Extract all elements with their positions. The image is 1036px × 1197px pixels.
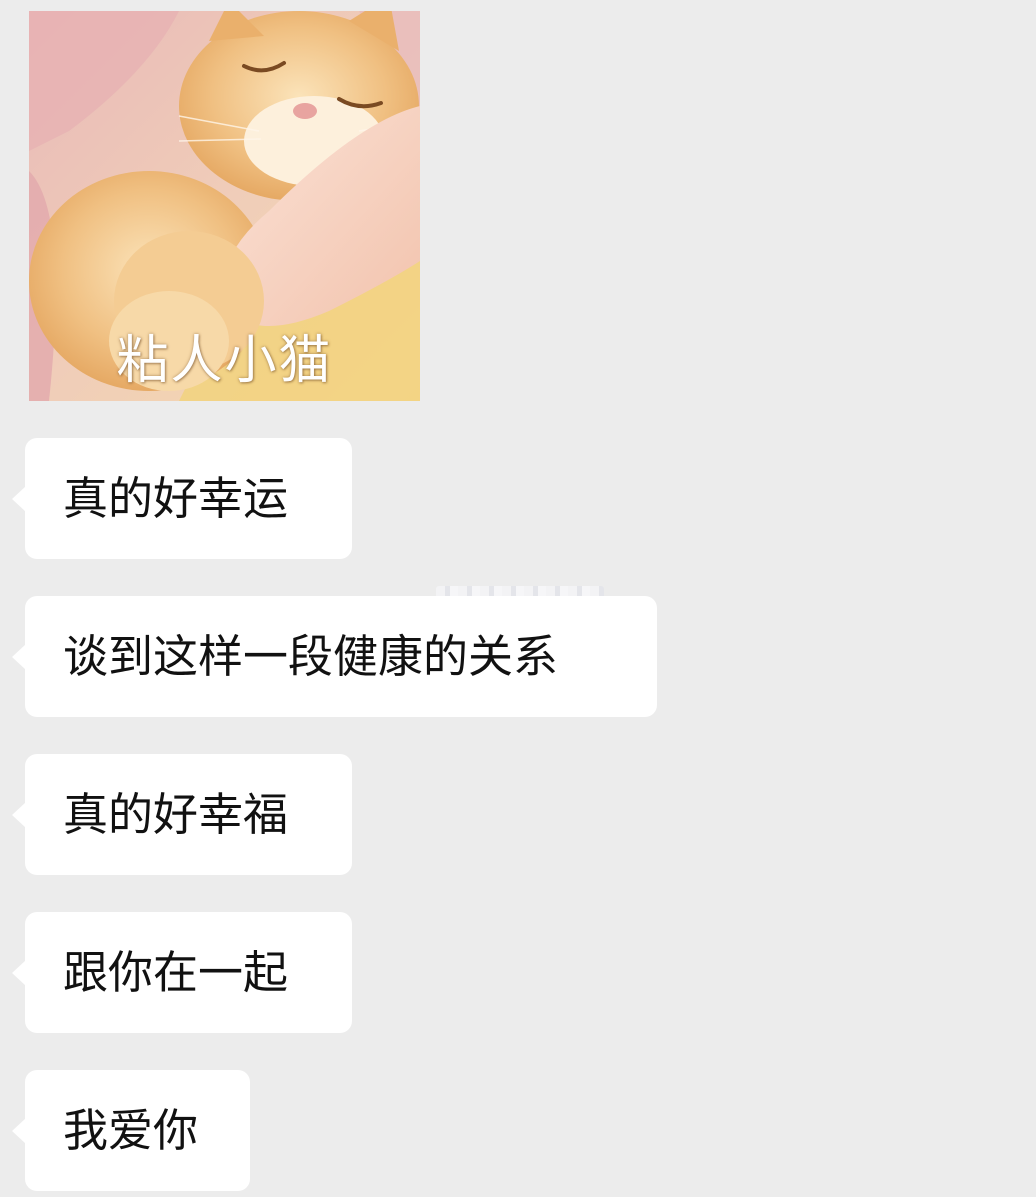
cat-sticker-message[interactable]: 粘人小猫 bbox=[29, 11, 420, 401]
chat-bubble[interactable]: 跟你在一起 bbox=[12, 912, 352, 1033]
sticker-caption: 粘人小猫 bbox=[116, 331, 333, 391]
message-text: 我爱你 bbox=[63, 1104, 199, 1157]
chat-bubble[interactable]: 谈到这样一段健康的关系 bbox=[12, 596, 657, 717]
chat-bubble[interactable]: 我爱你 bbox=[12, 1070, 250, 1191]
message-text: 真的好幸运 bbox=[63, 472, 289, 525]
message-text: 跟你在一起 bbox=[63, 946, 289, 999]
chat-bubble[interactable]: 真的好幸福 bbox=[12, 754, 352, 875]
message-text: 谈到这样一段健康的关系 bbox=[63, 630, 559, 683]
chat-bubble[interactable]: 真的好幸运 bbox=[12, 438, 352, 559]
message-text: 真的好幸福 bbox=[63, 788, 289, 841]
